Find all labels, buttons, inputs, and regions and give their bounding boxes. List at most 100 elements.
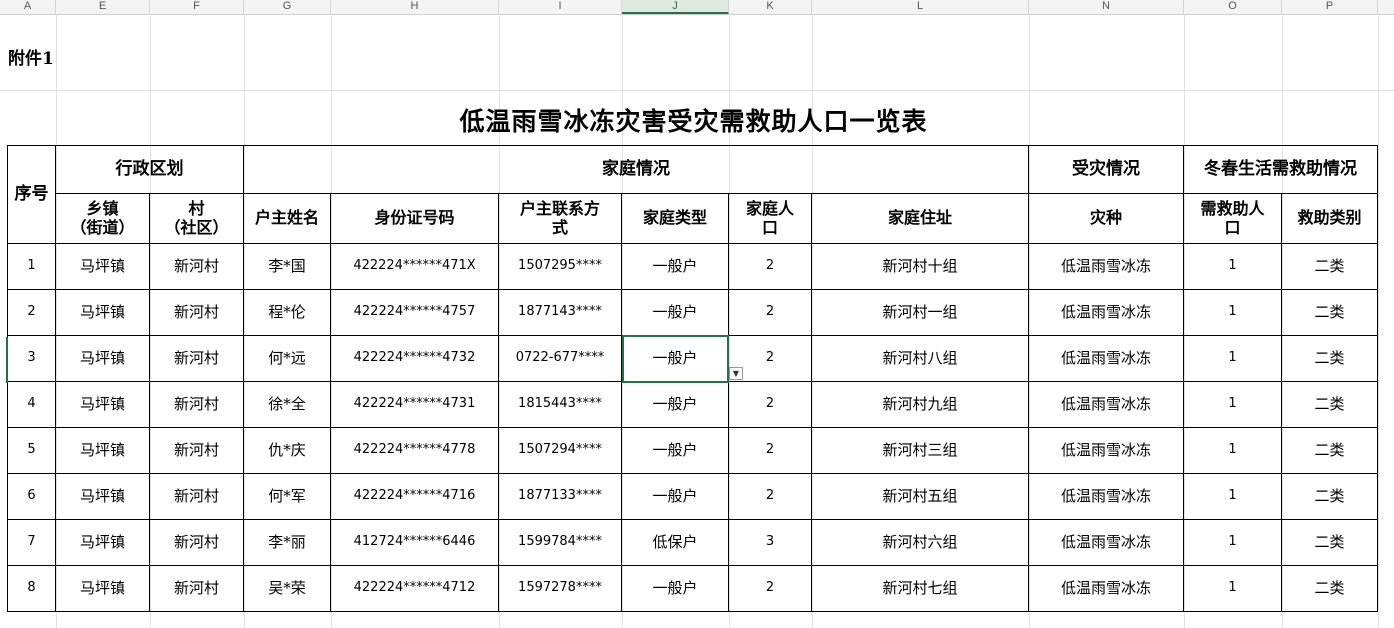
cell-id[interactable]: 422224******4716: [330, 473, 499, 520]
column-letter-K[interactable]: K: [729, 0, 812, 14]
cell-village[interactable]: 新河村: [149, 473, 244, 520]
column-letter-F[interactable]: F: [150, 0, 244, 14]
cell-seq[interactable]: 8: [7, 565, 56, 612]
column-letter-N[interactable]: N: [1029, 0, 1184, 14]
cell-village[interactable]: 新河村: [149, 381, 244, 428]
cell-size[interactable]: 3: [728, 519, 812, 566]
cell-phone[interactable]: 1599784****: [498, 519, 622, 566]
cell-type[interactable]: 一般户: [621, 289, 729, 336]
cell-type[interactable]: 一般户: [621, 473, 729, 520]
cell-category[interactable]: 二类: [1281, 243, 1378, 290]
cell-category[interactable]: 二类: [1281, 335, 1378, 382]
cell-address[interactable]: 新河村一组: [811, 289, 1029, 336]
cell-disaster[interactable]: 低温雨雪冰冻: [1028, 473, 1184, 520]
cell-address[interactable]: 新河村三组: [811, 427, 1029, 474]
cell-address[interactable]: 新河村八组: [811, 335, 1029, 382]
cell-village[interactable]: 新河村: [149, 565, 244, 612]
cell-phone[interactable]: 1507295****: [498, 243, 622, 290]
cell-id[interactable]: 422224******4732: [330, 335, 499, 382]
cell-village[interactable]: 新河村: [149, 519, 244, 566]
column-letter-E[interactable]: E: [56, 0, 150, 14]
active-cell-selection[interactable]: [622, 335, 729, 383]
cell-type[interactable]: 低保户: [621, 519, 729, 566]
cell-size[interactable]: 2: [728, 565, 812, 612]
cell-size[interactable]: 2: [728, 381, 812, 428]
cell-type[interactable]: 一般户: [621, 565, 729, 612]
column-letter-L[interactable]: L: [812, 0, 1029, 14]
cell-seq[interactable]: 2: [7, 289, 56, 336]
column-letter-I[interactable]: I: [499, 0, 622, 14]
cell-phone[interactable]: 1815443****: [498, 381, 622, 428]
cell-id[interactable]: 422224******4712: [330, 565, 499, 612]
column-letter-O[interactable]: O: [1184, 0, 1282, 14]
cell-seq[interactable]: 7: [7, 519, 56, 566]
cell-name[interactable]: 李*丽: [243, 519, 331, 566]
cell-category[interactable]: 二类: [1281, 427, 1378, 474]
cell-seq[interactable]: 5: [7, 427, 56, 474]
cell-village[interactable]: 新河村: [149, 427, 244, 474]
cell-need[interactable]: 1: [1183, 243, 1282, 290]
cell-name[interactable]: 李*国: [243, 243, 331, 290]
cell-size[interactable]: 2: [728, 289, 812, 336]
chevron-down-icon[interactable]: ▼: [729, 367, 743, 380]
cell-category[interactable]: 二类: [1281, 565, 1378, 612]
cell-name[interactable]: 徐*全: [243, 381, 331, 428]
column-letter-J[interactable]: J: [622, 0, 729, 14]
cell-address[interactable]: 新河村十组: [811, 243, 1029, 290]
cell-need[interactable]: 1: [1183, 381, 1282, 428]
column-letter-A[interactable]: A: [0, 0, 56, 14]
cell-seq[interactable]: 4: [7, 381, 56, 428]
cell-phone[interactable]: 1507294****: [498, 427, 622, 474]
cell-disaster[interactable]: 低温雨雪冰冻: [1028, 565, 1184, 612]
cell-address[interactable]: 新河村七组: [811, 565, 1029, 612]
cell-need[interactable]: 1: [1183, 473, 1282, 520]
cell-category[interactable]: 二类: [1281, 473, 1378, 520]
cell-type[interactable]: 一般户: [621, 243, 729, 290]
cell-name[interactable]: 何*军: [243, 473, 331, 520]
cell-town[interactable]: 马坪镇: [55, 519, 150, 566]
cell-name[interactable]: 吴*荣: [243, 565, 331, 612]
cell-seq[interactable]: 6: [7, 473, 56, 520]
column-letter-H[interactable]: H: [331, 0, 499, 14]
cell-town[interactable]: 马坪镇: [55, 289, 150, 336]
cell-seq[interactable]: 1: [7, 243, 56, 290]
cell-town[interactable]: 马坪镇: [55, 473, 150, 520]
cell-type[interactable]: 一般户: [621, 381, 729, 428]
cell-size[interactable]: 2: [728, 427, 812, 474]
cell-disaster[interactable]: 低温雨雪冰冻: [1028, 381, 1184, 428]
cell-disaster[interactable]: 低温雨雪冰冻: [1028, 289, 1184, 336]
cell-id[interactable]: 412724******6446: [330, 519, 499, 566]
cell-id[interactable]: 422224******4731: [330, 381, 499, 428]
cell-name[interactable]: 程*伦: [243, 289, 331, 336]
column-letter-G[interactable]: G: [244, 0, 331, 14]
cell-size[interactable]: 2: [728, 473, 812, 520]
cell-id[interactable]: 422224******471X: [330, 243, 499, 290]
cell-need[interactable]: 1: [1183, 427, 1282, 474]
cell-seq[interactable]: 3: [7, 335, 56, 382]
cell-town[interactable]: 马坪镇: [55, 335, 150, 382]
cell-category[interactable]: 二类: [1281, 381, 1378, 428]
cell-address[interactable]: 新河村九组: [811, 381, 1029, 428]
cell-category[interactable]: 二类: [1281, 289, 1378, 336]
cell-town[interactable]: 马坪镇: [55, 243, 150, 290]
cell-village[interactable]: 新河村: [149, 243, 244, 290]
cell-name[interactable]: 何*远: [243, 335, 331, 382]
cell-disaster[interactable]: 低温雨雪冰冻: [1028, 243, 1184, 290]
cell-disaster[interactable]: 低温雨雪冰冻: [1028, 335, 1184, 382]
cell-phone[interactable]: 1877143****: [498, 289, 622, 336]
cell-need[interactable]: 1: [1183, 565, 1282, 612]
cell-town[interactable]: 马坪镇: [55, 381, 150, 428]
cell-id[interactable]: 422224******4757: [330, 289, 499, 336]
cell-phone[interactable]: 1597278****: [498, 565, 622, 612]
cell-id[interactable]: 422224******4778: [330, 427, 499, 474]
cell-village[interactable]: 新河村: [149, 289, 244, 336]
cell-need[interactable]: 1: [1183, 289, 1282, 336]
cell-phone[interactable]: 1877133****: [498, 473, 622, 520]
cell-category[interactable]: 二类: [1281, 519, 1378, 566]
cell-need[interactable]: 1: [1183, 519, 1282, 566]
cell-village[interactable]: 新河村: [149, 335, 244, 382]
cell-disaster[interactable]: 低温雨雪冰冻: [1028, 519, 1184, 566]
cell-disaster[interactable]: 低温雨雪冰冻: [1028, 427, 1184, 474]
cell-size[interactable]: 2: [728, 243, 812, 290]
cell-town[interactable]: 马坪镇: [55, 427, 150, 474]
